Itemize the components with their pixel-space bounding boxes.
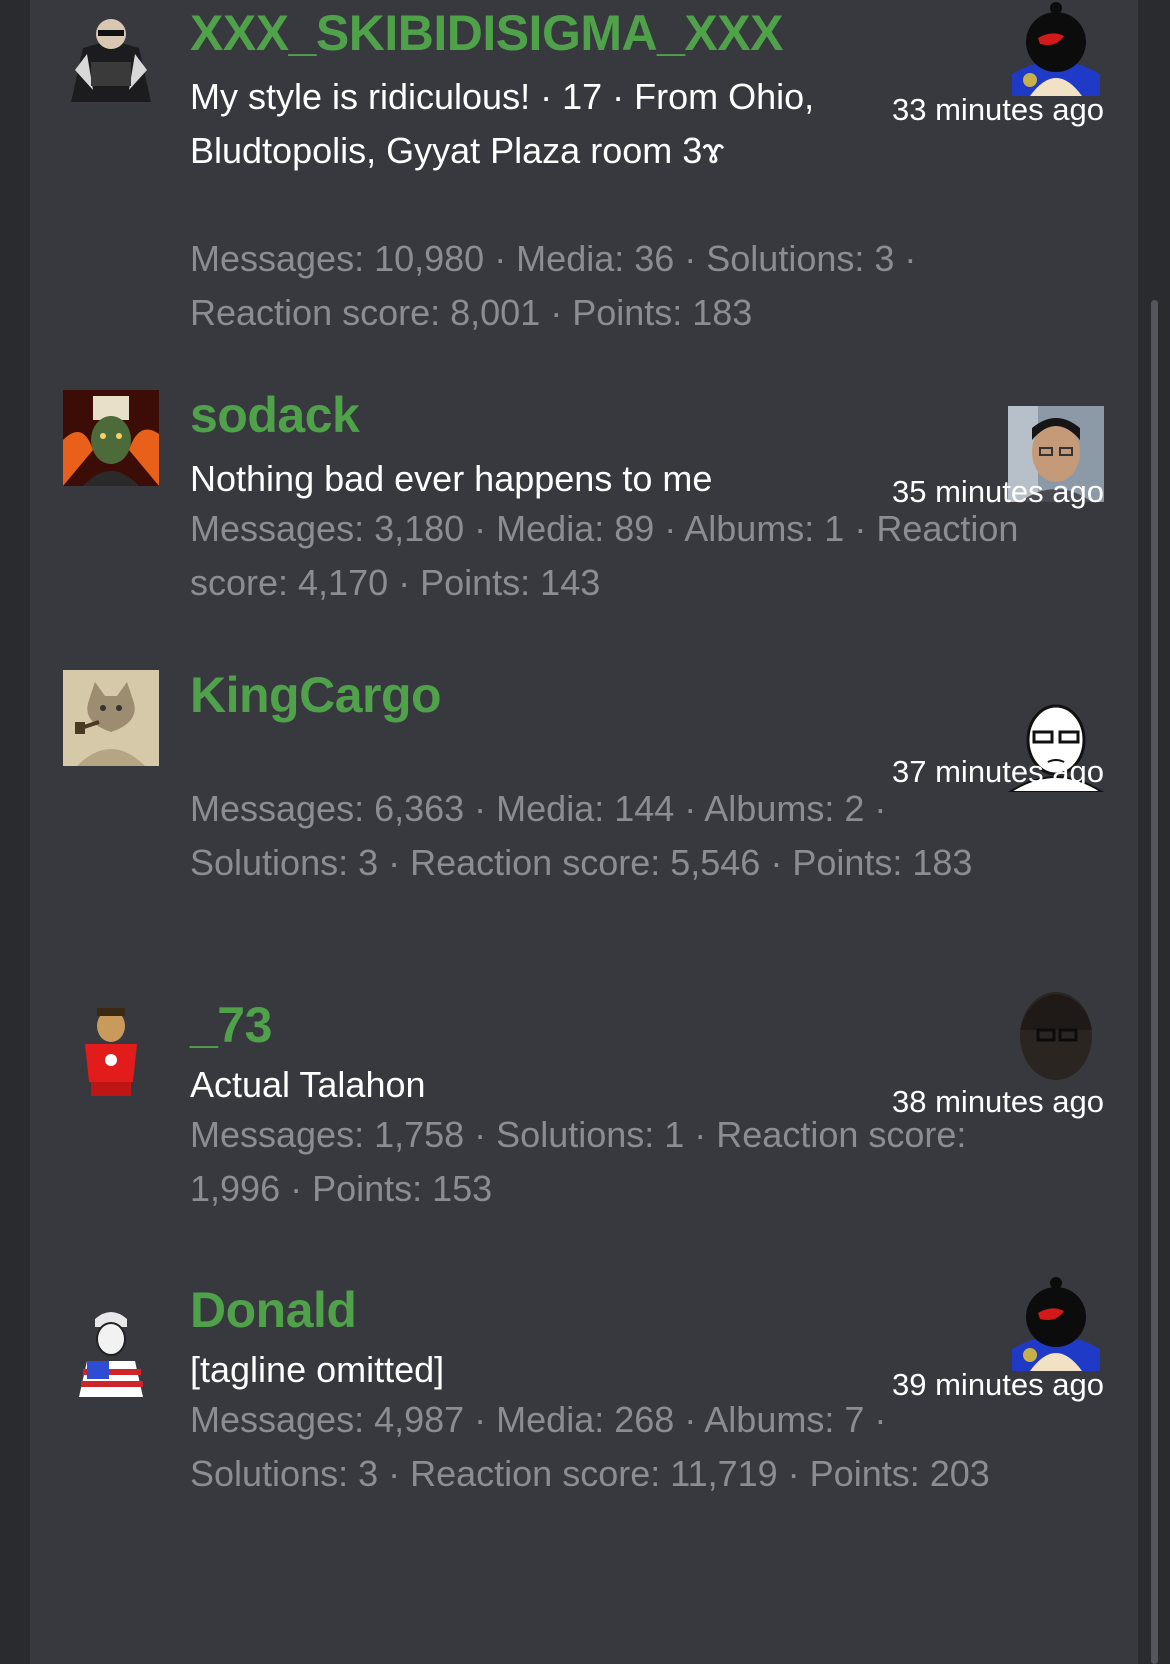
scrollbar[interactable] (1151, 300, 1158, 1664)
user-tagline: [tagline omitted] (190, 1349, 445, 1390)
user-tagline: My style is ridiculous! · 17 · From Ohio… (190, 76, 815, 171)
username[interactable]: Donald (190, 1281, 357, 1339)
member-row: _73 Actual Talahon Messages: 1,758 · Sol… (30, 990, 1138, 1275)
hooded-penguin-reactor-icon[interactable] (1008, 0, 1104, 96)
username[interactable]: KingCargo (190, 666, 442, 724)
member-row: XXX_SKIBIDISIGMA_XXX My style is ridicul… (30, 0, 1138, 380)
left-gutter (0, 0, 30, 1664)
warlord-avatar[interactable] (63, 390, 159, 486)
user-stats: Messages: 1,758 · Solutions: 1 · Reactio… (190, 1114, 967, 1209)
user-stats: Messages: 3,180 · Media: 89 · Albums: 1 … (190, 508, 1019, 603)
user-tagline: Nothing bad ever happens to me (190, 458, 713, 499)
user-stats: Messages: 4,987 · Media: 268 · Albums: 7… (190, 1399, 990, 1494)
activity-time[interactable]: 37 minutes ago (892, 754, 1104, 790)
activity-time[interactable]: 35 minutes ago (892, 474, 1104, 510)
pipe-cat-sketch-avatar[interactable] (63, 670, 159, 766)
username[interactable]: _73 (190, 996, 272, 1054)
member-row: KingCargo Messages: 6,363 · Media: 144 ·… (30, 660, 1138, 990)
user-tagline: Actual Talahon (190, 1064, 426, 1105)
user-stats: Messages: 10,980 · Media: 36 · Solutions… (190, 238, 917, 333)
user-stats: Messages: 6,363 · Media: 144 · Albums: 2… (190, 788, 973, 883)
activity-time[interactable]: 39 minutes ago (892, 1367, 1104, 1403)
red-shirt-man-avatar[interactable] (63, 1004, 159, 1100)
member-row: sodack Nothing bad ever happens to me Me… (30, 380, 1138, 660)
caped-hacker-avatar[interactable] (63, 10, 159, 106)
hooded-penguin-reactor-icon[interactable] (1008, 1275, 1104, 1371)
username[interactable]: XXX_SKIBIDISIGMA_XXX (190, 4, 783, 62)
activity-time[interactable]: 38 minutes ago (892, 1084, 1104, 1120)
member-row: Donald [tagline omitted] Messages: 4,987… (30, 1275, 1138, 1664)
activity-time[interactable]: 33 minutes ago (892, 92, 1104, 128)
member-list: XXX_SKIBIDISIGMA_XXX My style is ridicul… (30, 0, 1138, 1664)
username[interactable]: sodack (190, 386, 360, 444)
dark-wojak-reactor-icon[interactable] (1008, 990, 1104, 1086)
flag-shirt-man-avatar[interactable] (63, 1305, 159, 1401)
